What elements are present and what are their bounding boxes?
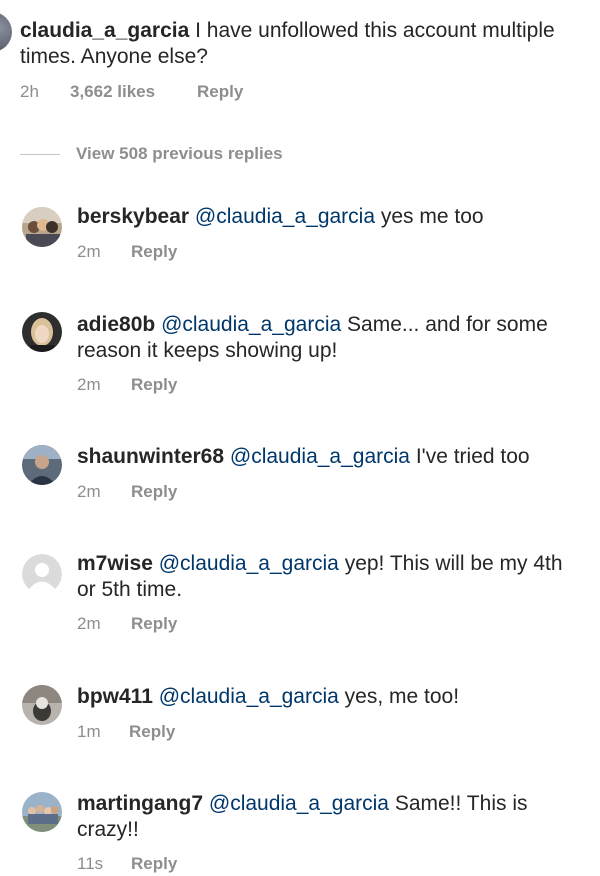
timestamp: 2m [77,242,101,261]
view-replies-label: View 508 previous replies [76,144,283,163]
username-link[interactable]: claudia_a_garcia [20,19,189,42]
timestamp: 2m [77,614,101,633]
timestamp: 2h [20,82,39,101]
username-link[interactable]: martingang7 [77,792,203,815]
mention-link[interactable]: @claudia_a_garcia [195,205,375,228]
portrait-photo-avatar[interactable] [22,445,62,485]
photo-avatar[interactable] [22,685,62,725]
reply-button[interactable]: Reply [131,854,177,874]
reply-button[interactable]: Reply [131,614,177,634]
mention-link[interactable]: @claudia_a_garcia [161,313,341,336]
divider-line [20,153,60,155]
reply-button[interactable]: Reply [131,482,177,502]
timestamp: 2m [77,482,101,501]
reply-body: yes, me too! [344,685,460,708]
reply-body: I've tried too [415,445,530,468]
view-previous-replies-button[interactable]: View 508 previous replies [20,142,283,166]
reply-meta: 2m Reply [77,242,177,262]
reply-meta: 2m Reply [77,482,177,502]
username-link[interactable]: shaunwinter68 [77,445,224,468]
reply-meta: 1m Reply [77,722,175,742]
group-photo-avatar[interactable] [22,792,62,832]
reply-button[interactable]: Reply [131,242,177,262]
comment-text: claudia_a_garcia I have unfollowed this … [20,18,580,70]
mention-link[interactable]: @claudia_a_garcia [230,445,410,468]
reply-button[interactable]: Reply [129,722,175,742]
reply-text: martingang7 @claudia_a_garcia Same!! Thi… [77,791,582,843]
likes-count[interactable]: 3,662 likes [70,82,197,102]
timestamp: 1m [77,722,101,741]
reply-button[interactable]: Reply [131,375,177,395]
timestamp: 11s [77,854,104,873]
reply-meta: 11s Reply [77,854,177,874]
reply-meta: 2m Reply [77,614,177,634]
mention-link[interactable]: @claudia_a_garcia [209,792,389,815]
username-link[interactable]: bpw411 [77,685,153,708]
comment-meta: 2h 3,662 likes Reply [20,82,243,102]
timestamp: 2m [77,375,101,394]
username-link[interactable]: adie80b [77,313,155,336]
mention-link[interactable]: @claudia_a_garcia [159,685,339,708]
reply-text: m7wise @claudia_a_garcia yep! This will … [77,551,582,603]
username-link[interactable]: m7wise [77,552,153,575]
portrait-photo-avatar[interactable] [22,312,62,352]
reply-text: bpw411 @claudia_a_garcia yes, me too! [77,684,582,710]
reply-text: adie80b @claudia_a_garcia Same... and fo… [77,312,582,364]
default-user-avatar[interactable] [22,554,62,594]
group-photo-avatar[interactable] [22,207,62,247]
username-link[interactable]: berskybear [77,205,189,228]
reply-text: shaunwinter68 @claudia_a_garcia I've tri… [77,444,582,470]
mention-link[interactable]: @claudia_a_garcia [159,552,339,575]
reply-button[interactable]: Reply [197,82,243,102]
reply-text: berskybear @claudia_a_garcia yes me too [77,204,582,230]
reply-body: yes me too [380,205,484,228]
avatar[interactable] [0,12,12,52]
reply-meta: 2m Reply [77,375,177,395]
